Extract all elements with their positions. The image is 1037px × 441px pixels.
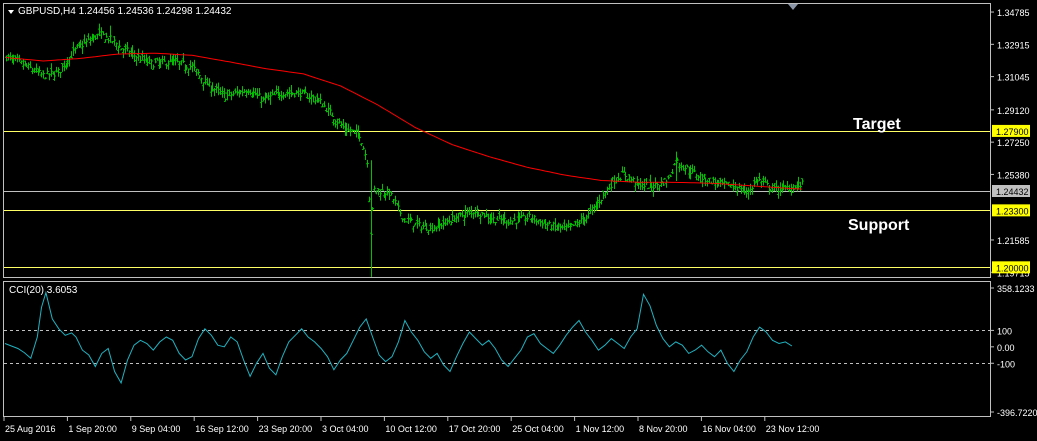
level-price-label: 1.23300	[996, 206, 1029, 216]
y-tick-label: 1.29120	[997, 106, 1030, 116]
cci-label: CCI(20) 3.6053	[9, 285, 78, 296]
chart-canvas: GBPUSD,H4 1.24456 1.24536 1.24298 1.2443…	[0, 0, 1037, 441]
bid-price-label: 1.24432	[996, 187, 1029, 197]
y-tick-label: 1.34785	[997, 8, 1030, 18]
cci-tick-label: 358.1233	[997, 284, 1035, 294]
y-tick-label: 1.32915	[997, 40, 1030, 50]
x-tick-label: 16 Nov 04:00	[702, 424, 756, 434]
x-tick-label: 23 Sep 20:00	[259, 424, 313, 434]
y-tick-label: 1.31045	[997, 73, 1030, 83]
target-annotation[interactable]: Target	[853, 116, 901, 133]
level-price-label: 1.20000	[996, 263, 1029, 273]
x-tick-label: 1 Sep 20:00	[68, 424, 117, 434]
y-tick-label: 1.27250	[997, 138, 1030, 148]
cci-tick-label: -100	[997, 359, 1015, 369]
symbol-header: GBPUSD,H4 1.24456 1.24536 1.24298 1.2443…	[18, 6, 232, 17]
x-tick-label: 9 Sep 04:00	[132, 424, 181, 434]
x-tick-label: 25 Aug 2016	[5, 424, 56, 434]
x-tick-label: 10 Oct 12:00	[385, 424, 437, 434]
x-tick-label: 25 Oct 04:00	[512, 424, 564, 434]
y-tick-label: 1.25380	[997, 170, 1030, 180]
cci-tick-label: -396.7220	[997, 408, 1037, 418]
cci-tick-label: 0.00	[997, 343, 1015, 353]
cci-tick-label: 100	[997, 326, 1012, 336]
x-tick-label: 23 Nov 12:00	[766, 424, 820, 434]
x-tick-label: 8 Nov 20:00	[639, 424, 688, 434]
x-tick-label: 1 Nov 12:00	[576, 424, 625, 434]
support-annotation[interactable]: Support	[848, 217, 910, 234]
level-price-label: 1.27900	[996, 127, 1029, 137]
x-tick-label: 3 Oct 04:00	[322, 424, 369, 434]
x-tick-label: 17 Oct 20:00	[449, 424, 501, 434]
x-tick-label: 16 Sep 12:00	[195, 424, 249, 434]
y-tick-label: 1.21585	[997, 236, 1030, 246]
